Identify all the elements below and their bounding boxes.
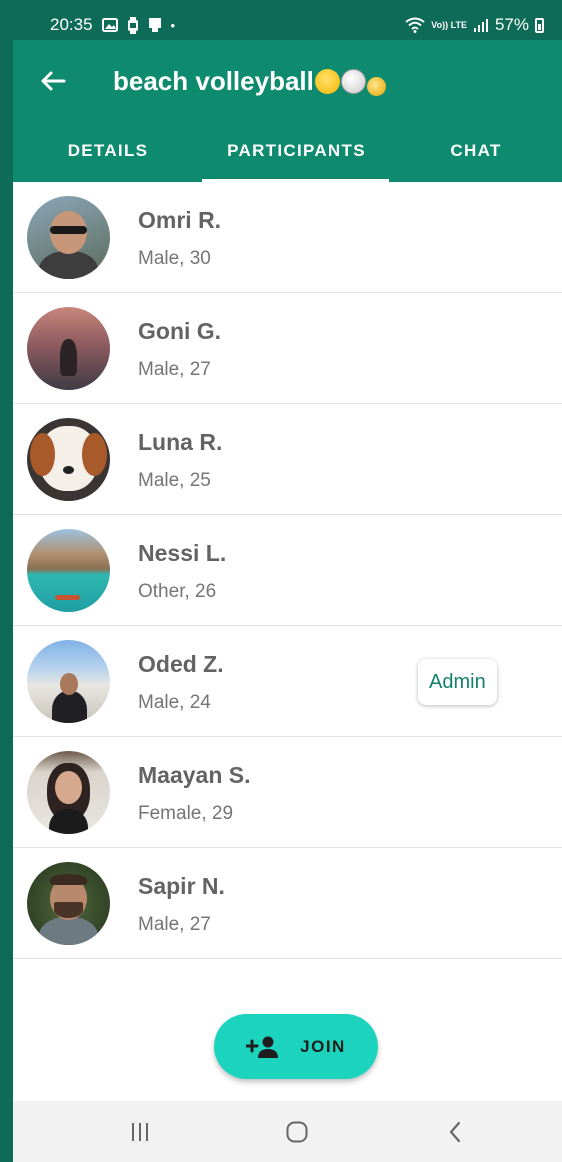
smiling-face-with-halo-icon [314, 69, 340, 94]
watch-icon [127, 16, 138, 34]
list-item[interactable]: Maayan S. Female, 29 [13, 737, 562, 848]
avatar [27, 862, 110, 945]
list-item[interactable]: Luna R. Male, 25 [13, 404, 562, 515]
participant-name: Oded Z. [138, 651, 224, 677]
list-item[interactable]: Oded Z. Male, 24 Admin [13, 626, 562, 737]
tab-chat[interactable]: CHAT [390, 140, 562, 182]
participant-details: Male, 27 [138, 359, 211, 380]
back-icon [449, 1121, 461, 1142]
status-right: Vo)) LTE 57% [405, 15, 544, 35]
participant-name: Goni G. [138, 318, 222, 344]
participant-details: Female, 29 [138, 803, 234, 824]
avatar [27, 307, 110, 390]
participant-name: Maayan S. [138, 762, 251, 788]
battery-icon [535, 17, 544, 33]
participants-list: Omri R. Male, 30 Goni G. Male, 27 Luna R… [13, 182, 562, 959]
list-item[interactable]: Nessi L. Other, 26 [13, 515, 562, 626]
participant-name: Omri R. [138, 207, 222, 233]
tab-details[interactable]: DETAILS [13, 140, 203, 182]
arrow-left-icon[interactable] [36, 64, 70, 98]
recent-apps-icon [132, 1122, 148, 1141]
status-bar: 20:35 • Vo)) LTE 57% [13, 10, 562, 40]
join-button-label: JOIN [300, 1036, 346, 1056]
recent-apps-button[interactable] [110, 1101, 170, 1162]
list-item[interactable]: Omri R. Male, 30 [13, 182, 562, 293]
app-bar: beach volleyball DETAILS PARTICIPANTS CH… [13, 40, 562, 182]
status-left: 20:35 • [50, 15, 175, 35]
participant-details: Male, 30 [138, 248, 211, 269]
participant-details: Other, 26 [138, 581, 217, 602]
participant-details: Male, 24 [138, 692, 211, 713]
phone-screen: 20:35 • Vo)) LTE 57% beach volleyball DE… [13, 10, 562, 1162]
gallery-icon [101, 18, 118, 32]
participant-name: Luna R. [138, 429, 223, 455]
admin-badge: Admin [418, 659, 497, 705]
page-title-text: beach volleyball [113, 66, 314, 96]
device-icon [148, 18, 161, 32]
avatar [27, 751, 110, 834]
participant-name: Nessi L. [138, 540, 227, 566]
participant-details: Male, 25 [138, 470, 211, 491]
volleyball-icon [340, 69, 366, 94]
home-button[interactable] [267, 1101, 327, 1162]
avatar [27, 640, 110, 723]
avatar [27, 529, 110, 612]
tab-participants[interactable]: PARTICIPANTS [203, 140, 390, 182]
system-nav-bar [13, 1101, 562, 1162]
home-icon [286, 1121, 308, 1142]
join-button[interactable]: JOIN [214, 1014, 378, 1079]
participant-details: Male, 27 [138, 914, 211, 935]
notification-dot: • [170, 17, 176, 33]
battery-percent: 57% [494, 15, 529, 34]
list-item[interactable]: Sapir N. Male, 27 [13, 848, 562, 959]
avatar [27, 196, 110, 279]
tab-bar: DETAILS PARTICIPANTS CHAT [13, 140, 562, 182]
status-time: 20:35 [50, 15, 93, 34]
page-title: beach volleyball [113, 66, 386, 97]
participant-name: Sapir N. [138, 873, 225, 899]
gold-medal-icon [366, 77, 386, 96]
avatar [27, 418, 110, 501]
wifi-icon [405, 17, 425, 33]
list-item[interactable]: Goni G. Male, 27 [13, 293, 562, 404]
signal-icon [473, 19, 488, 32]
back-button[interactable] [425, 1101, 485, 1162]
network-label: Vo)) LTE [431, 19, 467, 30]
add-person-icon [246, 1036, 279, 1058]
